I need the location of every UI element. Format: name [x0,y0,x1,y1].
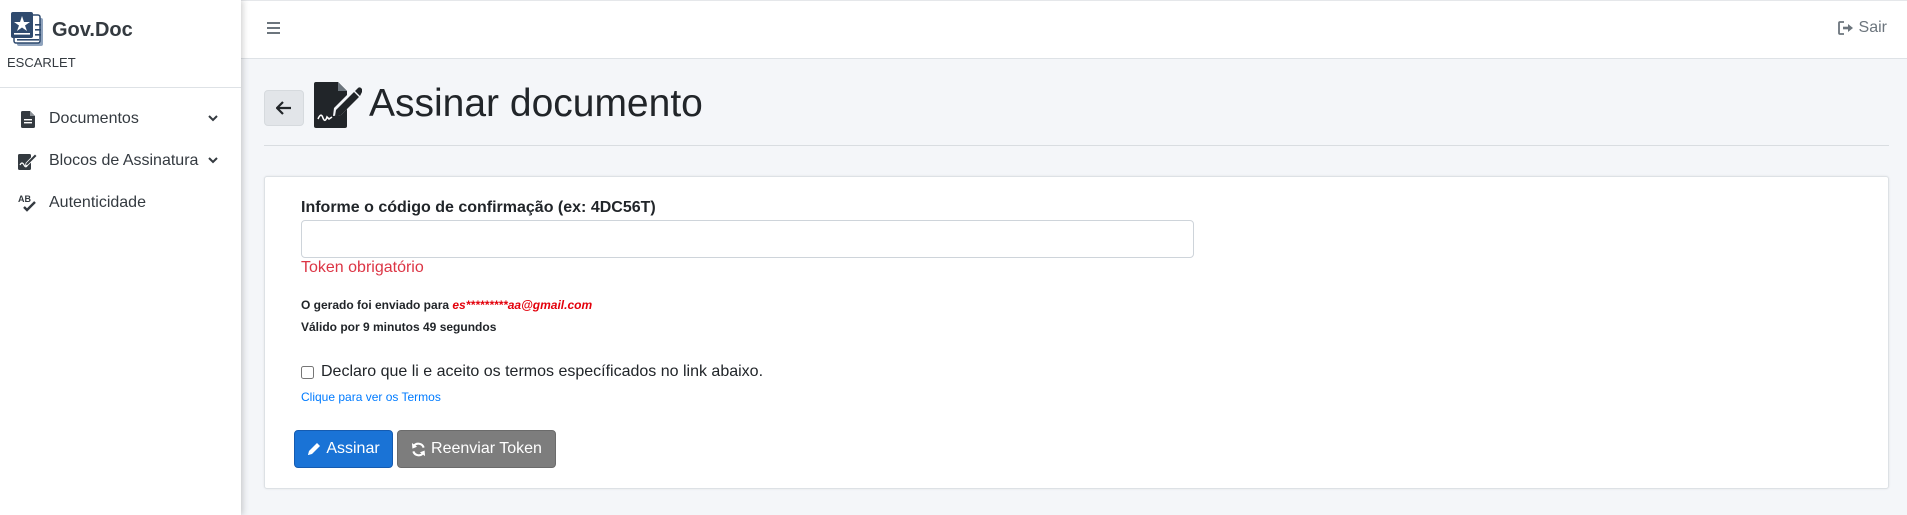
token-field-label: Informe o código de confirmação (ex: 4DC… [301,199,656,216]
token-sent-info: O gerado foi enviado para es*********aa@… [301,298,592,312]
resend-token-label: Reenviar Token [431,440,542,457]
sign-button[interactable]: Assinar [294,430,393,468]
svg-text:AB: AB [18,194,31,204]
sidebar-item-label: Blocos de Assinatura [49,152,199,169]
brand-name: Gov.Doc [52,19,133,41]
token-sent-prefix: O gerado foi enviado para [301,298,450,312]
logout-button[interactable]: Sair [1837,19,1887,37]
resend-token-button[interactable]: Reenviar Token [397,430,556,468]
sidebar-item-autenticidade[interactable]: AB Autenticidade [0,182,241,224]
sync-icon [411,442,426,456]
chevron-down-icon [208,157,218,164]
terms-checkbox[interactable] [301,365,314,379]
hamburger-menu-icon[interactable] [265,20,283,36]
back-button[interactable] [264,90,304,126]
sidebar-item-label: Documentos [49,110,139,127]
spell-check-icon: AB [18,193,38,213]
sidebar: Gov.Doc ESCARLET Documentos Blocos de As… [0,0,241,515]
terms-label[interactable]: Declaro que li e aceito os termos especí… [321,363,763,381]
sidebar-nav: Documentos Blocos de Assinatura AB Auten… [0,88,241,224]
page-title: Assinar documento [369,82,703,125]
brand: Gov.Doc ESCARLET [0,0,241,88]
sign-out-icon [1837,21,1853,35]
top-navbar: Sair [241,0,1907,59]
arrow-left-icon [276,101,291,115]
sidebar-item-label: Autenticidade [49,194,146,211]
sign-button-label: Assinar [326,440,380,457]
token-input[interactable] [301,220,1194,258]
sign-form-card: Informe o código de confirmação (ex: 4DC… [264,176,1889,489]
token-validity: Válido por 9 minutos 49 segundos [301,320,497,334]
file-signature-icon [314,82,362,128]
pen-icon [308,443,321,455]
chevron-down-icon [208,115,218,122]
terms-link[interactable]: Clique para ver os Termos [301,390,441,404]
sidebar-item-blocos-de-assinatura[interactable]: Blocos de Assinatura [0,140,241,182]
token-error-message: Token obrigatório [301,259,424,276]
divider [264,145,1889,146]
user-name: ESCARLET [7,55,76,70]
masked-email: es*********aa@gmail.com [452,298,593,312]
signature-icon [18,151,38,171]
sidebar-item-documentos[interactable]: Documentos [0,98,241,140]
terms-row: Declaro que li e aceito os termos especí… [301,363,763,381]
gov-doc-logo-icon [11,12,43,46]
logout-label: Sair [1858,19,1887,36]
file-icon [18,109,38,129]
